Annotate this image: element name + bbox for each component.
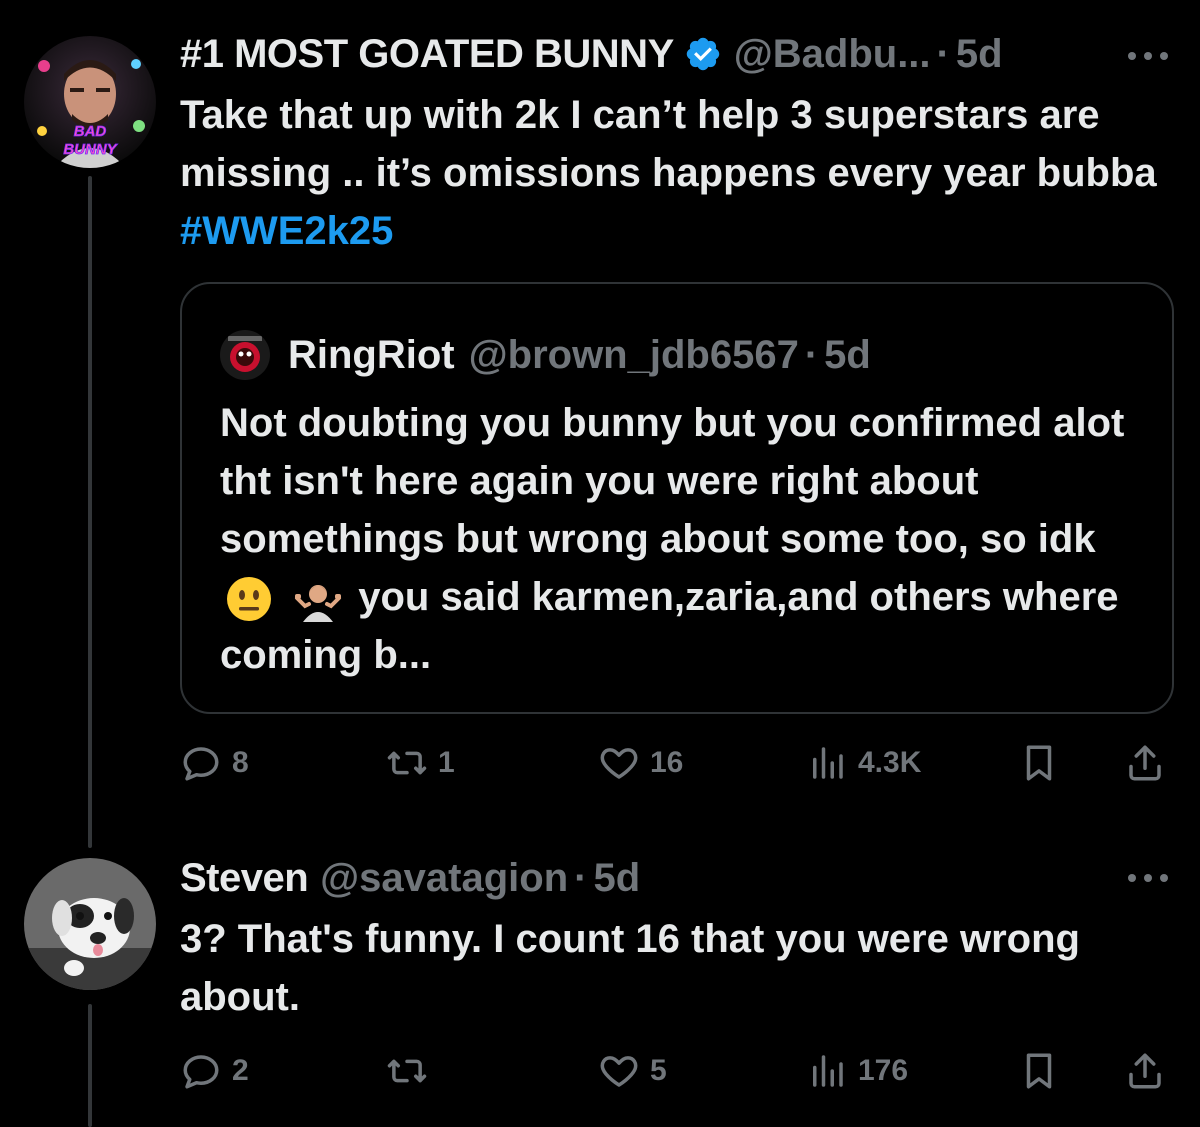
reply-text: 3? That's funny. I count 16 that you wer…	[180, 917, 1080, 1019]
heart-icon	[600, 748, 638, 779]
share-icon	[1129, 745, 1161, 781]
heart-icon	[600, 1056, 638, 1087]
reply-button[interactable]: 2	[180, 1046, 249, 1096]
views-button[interactable]: 176	[806, 1046, 908, 1096]
timestamp[interactable]: 5d	[956, 34, 1003, 74]
quote-text-part2: you said karmen,zaria,and others where c…	[220, 575, 1119, 677]
reply-count: 2	[232, 1054, 249, 1087]
repost-icon	[387, 751, 427, 775]
tweet-text-content: Take that up with 2k I can’t help 3 supe…	[180, 93, 1157, 195]
views-chart-icon	[813, 747, 843, 779]
quote-display-name[interactable]: RingRiot	[288, 335, 455, 375]
reply-icon	[183, 747, 219, 781]
reply-actions: 2 5 176	[180, 1046, 1170, 1096]
views-button[interactable]: 4.3K	[806, 738, 921, 788]
verified-badge-icon[interactable]	[684, 35, 722, 73]
avatar-logo-text: BUNNY	[63, 141, 118, 158]
hashtag-link[interactable]: #WWE2k25	[180, 209, 393, 253]
quote-handle[interactable]: @brown_jdb6567	[469, 335, 799, 375]
separator-dot: ·	[804, 333, 819, 377]
quote-text: Not doubting you bunny but you confirmed…	[220, 394, 1140, 684]
bookmark-button[interactable]	[1018, 738, 1060, 788]
reply-count: 8	[232, 746, 249, 779]
views-chart-icon	[813, 1055, 843, 1087]
bookmark-icon	[1026, 745, 1052, 781]
avatar[interactable]: BAD BUNNY	[24, 36, 156, 168]
like-button[interactable]: 16	[598, 738, 683, 788]
thread-line-top	[88, 176, 92, 848]
bookmark-button[interactable]	[1018, 1046, 1060, 1096]
repost-count: 1	[438, 746, 455, 779]
quote-header: RingRiot @brown_jdb6567 · 5d	[220, 330, 871, 380]
separator-dot: ·	[936, 32, 950, 76]
tweet-header: #1 MOST GOATED BUNNY @Badbu... · 5d	[180, 34, 1003, 74]
like-button[interactable]: 5	[598, 1046, 667, 1096]
tweet-actions: 8 1 16 4.3K	[180, 738, 1170, 788]
like-count: 5	[650, 1054, 667, 1087]
repost-button[interactable]	[386, 1046, 438, 1096]
tweet-text: Take that up with 2k I can’t help 3 supe…	[180, 86, 1170, 260]
reply-handle[interactable]: @savatagion	[320, 858, 568, 898]
repost-button[interactable]: 1	[386, 738, 455, 788]
display-name[interactable]: #1 MOST GOATED BUNNY	[180, 34, 674, 74]
quote-avatar[interactable]	[220, 330, 270, 380]
handle[interactable]: @Badbu...	[734, 34, 931, 74]
avatar-logo-text: BAD	[74, 123, 107, 140]
quote-text-part1: Not doubting you bunny but you confirmed…	[220, 401, 1125, 561]
reply-more-options-icon[interactable]	[1128, 874, 1168, 884]
bookmark-icon	[1026, 1053, 1052, 1089]
quote-timestamp[interactable]: 5d	[824, 335, 871, 375]
more-options-icon[interactable]	[1128, 52, 1168, 62]
person-shrugging-emoji-icon	[295, 585, 342, 623]
neutral-face-emoji-icon	[227, 577, 271, 622]
share-icon	[1129, 1053, 1161, 1089]
share-button[interactable]	[1124, 1046, 1166, 1096]
share-button[interactable]	[1124, 738, 1166, 788]
views-count: 176	[858, 1054, 909, 1087]
quote-tweet[interactable]: RingRiot @brown_jdb6567 · 5d Not doubtin…	[180, 282, 1174, 714]
reply-avatar[interactable]	[24, 858, 156, 990]
reply-timestamp[interactable]: 5d	[593, 858, 640, 898]
reply-button[interactable]: 8	[180, 738, 249, 788]
views-count: 4.3K	[858, 746, 922, 779]
reply-icon	[183, 1055, 219, 1089]
thread-line-bottom	[88, 1004, 92, 1127]
like-count: 16	[650, 746, 684, 779]
separator-dot: ·	[574, 856, 588, 900]
reply-header: Steven @savatagion · 5d	[180, 858, 640, 898]
repost-icon	[387, 1059, 427, 1083]
reply-display-name[interactable]: Steven	[180, 858, 309, 898]
